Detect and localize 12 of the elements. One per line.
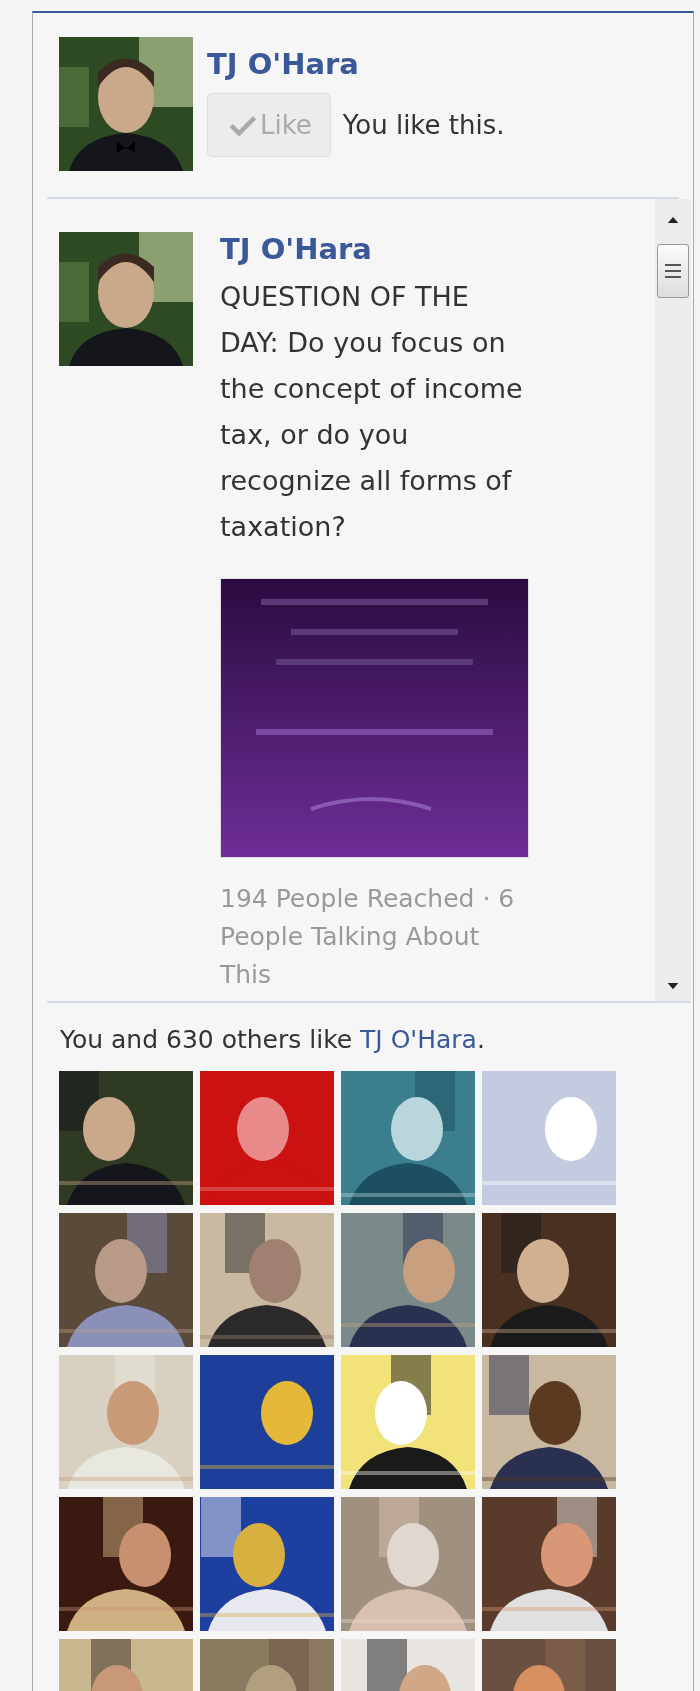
post-author-link[interactable]: TJ O'Hara <box>220 232 372 266</box>
check-icon <box>230 114 256 136</box>
scroll-down-arrow-icon[interactable] <box>666 982 680 991</box>
scroll-up-arrow-icon[interactable] <box>666 215 680 224</box>
page-name-link[interactable]: TJ O'Hara <box>207 47 505 81</box>
scroll-thumb[interactable] <box>657 244 689 298</box>
page-name-link[interactable]: TJ O'Hara <box>360 1025 477 1054</box>
post-text: QUESTION OF THE DAY: Do you focus on the concept of income tax, or do you recognize all forms of taxation? <box>220 280 524 544</box>
like-status-text: You like this. <box>342 110 505 140</box>
post-stats-text: 194 People Reached · 6 People Talking About This <box>220 883 516 991</box>
scrollbar[interactable] <box>655 199 691 1001</box>
likes-summary-text: You and 630 others like TJ O'Hara. <box>59 1024 486 1056</box>
